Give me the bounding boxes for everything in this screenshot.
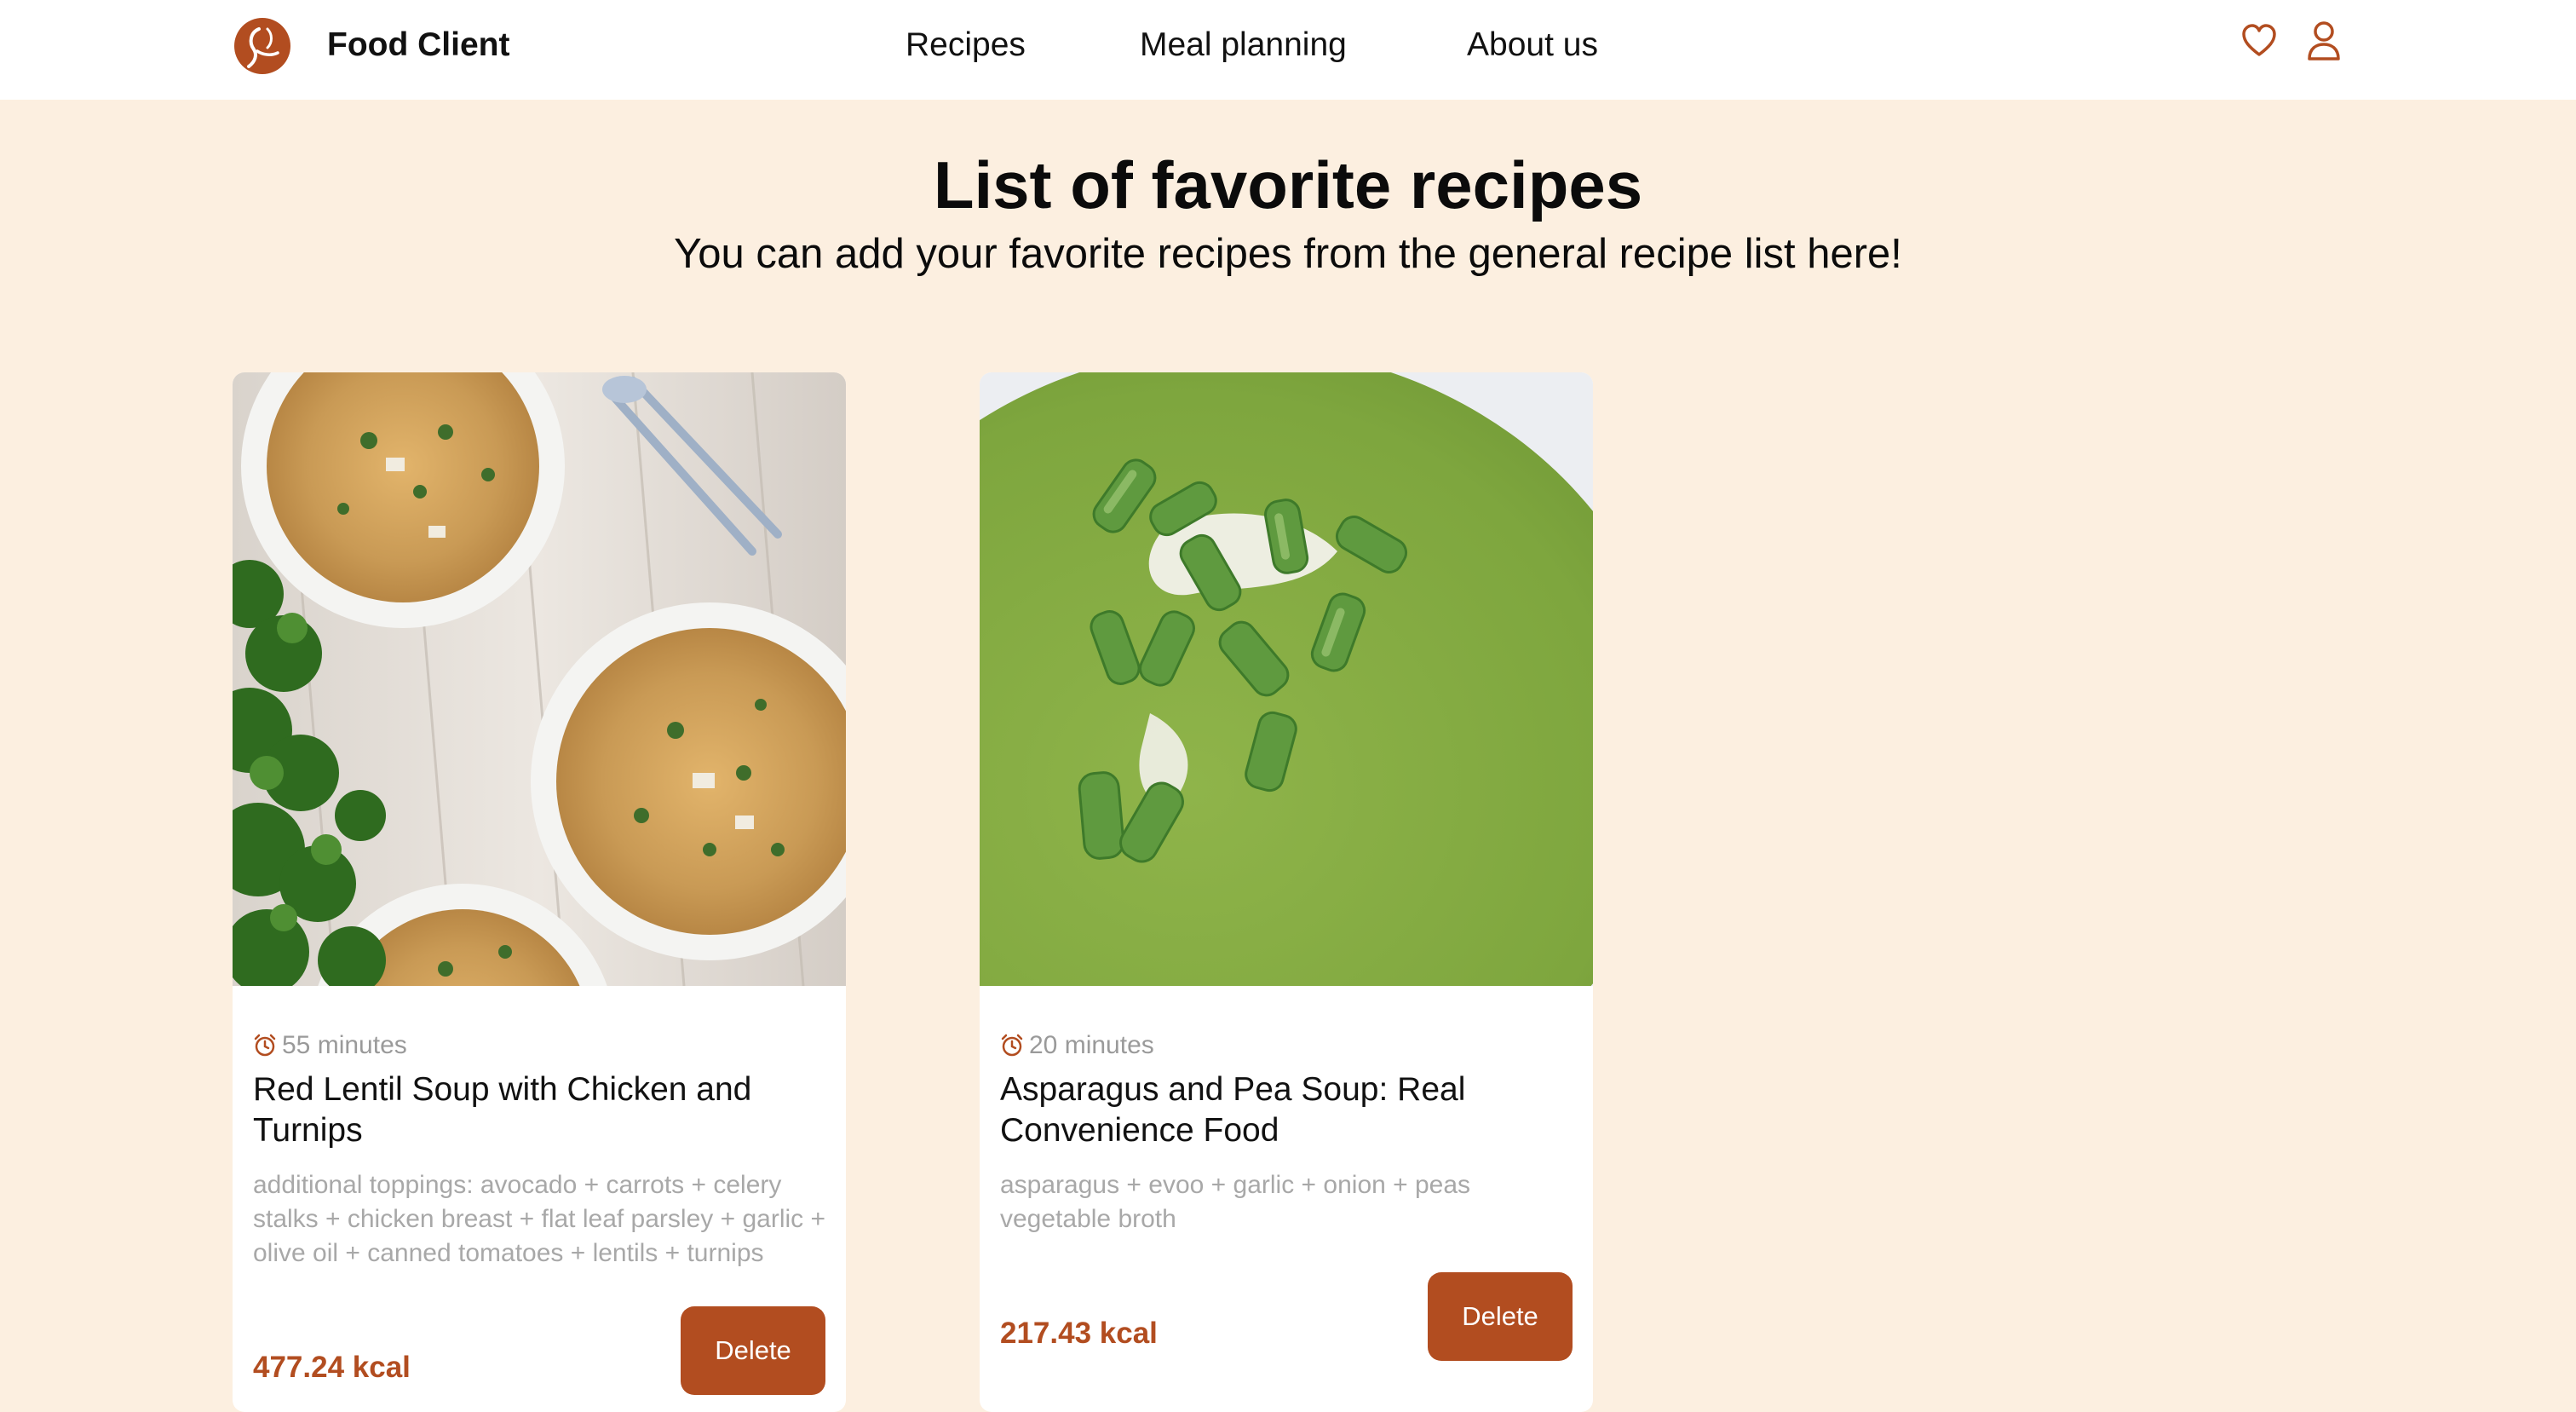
- recipe-card[interactable]: 20 minutes Asparagus and Pea Soup: Real …: [980, 372, 1593, 1412]
- brand-logo-icon[interactable]: [233, 17, 291, 75]
- recipe-ingredients: additional toppings: avocado + carrots +…: [253, 1171, 825, 1267]
- nav-meal-planning-link[interactable]: Meal planning: [1140, 24, 1347, 66]
- recipe-calories: 217.43 kcal: [1000, 1317, 1158, 1350]
- cook-time: 55 minutes: [253, 1029, 407, 1063]
- alarm-clock-icon: [1001, 1034, 1023, 1057]
- recipe-title[interactable]: Asparagus and Pea Soup: Real Convenience…: [1000, 1069, 1571, 1151]
- cook-time-text: 20 minutes: [1029, 1031, 1154, 1059]
- nav-recipes-link[interactable]: Recipes: [906, 24, 1026, 66]
- alarm-clock-icon: [254, 1034, 276, 1057]
- user-icon[interactable]: [2307, 20, 2341, 61]
- cook-time: 20 minutes: [1000, 1029, 1154, 1063]
- top-navbar: Food Client Recipes Meal planning About …: [0, 0, 2576, 100]
- recipe-calories: 477.24 kcal: [253, 1351, 411, 1384]
- delete-button[interactable]: Delete: [1428, 1272, 1573, 1361]
- page-title: List of favorite recipes: [933, 147, 1643, 222]
- recipe-photo-lentil-soup[interactable]: [233, 372, 846, 986]
- heart-icon[interactable]: [2240, 22, 2278, 60]
- page-subtitle: You can add your favorite recipes from t…: [674, 231, 1902, 277]
- delete-button[interactable]: Delete: [681, 1306, 825, 1395]
- recipe-card[interactable]: 55 minutes Red Lentil Soup with Chicken …: [233, 372, 846, 1412]
- recipe-title[interactable]: Red Lentil Soup with Chicken and Turnips: [253, 1069, 824, 1151]
- brand-name[interactable]: Food Client: [327, 24, 509, 66]
- cook-time-text: 55 minutes: [282, 1031, 407, 1059]
- nav-about-us-link[interactable]: About us: [1467, 24, 1598, 66]
- recipe-photo-asparagus-soup[interactable]: [980, 372, 1593, 986]
- recipe-ingredients: asparagus + evoo + garlic + onion + peas…: [1000, 1171, 1471, 1233]
